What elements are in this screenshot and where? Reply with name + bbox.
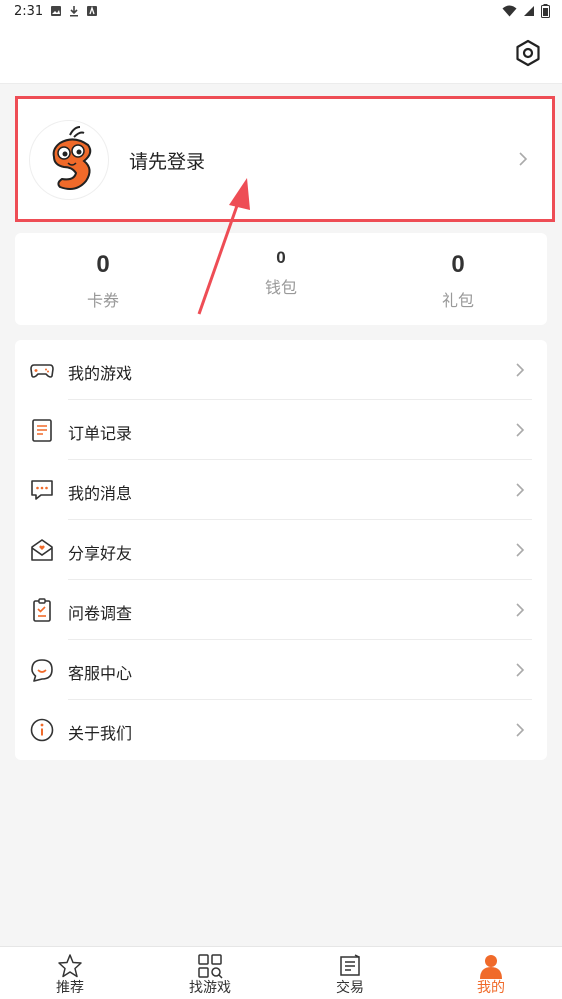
customer-service-icon bbox=[31, 659, 53, 682]
nav-tab-recommend[interactable]: 推荐 bbox=[20, 947, 120, 999]
battery-icon bbox=[541, 4, 550, 18]
wifi-icon bbox=[502, 5, 517, 17]
menu-list: 我的游戏 订单记录 我的消息 分享好友 问卷调查 客服中心 关于我们 bbox=[15, 340, 547, 760]
chevron-right-icon bbox=[516, 423, 525, 437]
chevron-right-icon bbox=[516, 603, 525, 617]
stat-value: 0 bbox=[451, 251, 465, 278]
gamepad-icon bbox=[30, 364, 54, 378]
stat-label: 卡券 bbox=[86, 291, 119, 310]
menu-item-share-friends[interactable]: 分享好友 bbox=[15, 520, 547, 580]
menu-item-survey[interactable]: 问卷调查 bbox=[15, 580, 547, 640]
stat-value: 0 bbox=[96, 251, 110, 278]
person-icon bbox=[480, 955, 502, 979]
avatar[interactable] bbox=[29, 120, 109, 200]
menu-item-my-messages[interactable]: 我的消息 bbox=[15, 460, 547, 520]
grid-search-icon bbox=[198, 954, 223, 979]
order-list-icon bbox=[32, 419, 52, 442]
status-time: 2:31 bbox=[14, 4, 44, 19]
menu-label: 我的消息 bbox=[68, 484, 133, 503]
status-system-icons bbox=[502, 4, 550, 18]
nav-tab-trade[interactable]: 交易 bbox=[300, 947, 400, 999]
menu-label: 我的游戏 bbox=[68, 364, 133, 383]
nav-tab-find-games[interactable]: 找游戏 bbox=[160, 947, 260, 999]
stat-value: 0 bbox=[276, 248, 286, 267]
login-prompt[interactable]: 请先登录 bbox=[129, 147, 205, 174]
nav-label: 交易 bbox=[336, 980, 364, 996]
trade-icon bbox=[340, 954, 360, 976]
menu-label: 问卷调查 bbox=[68, 604, 133, 623]
chevron-right-icon bbox=[516, 483, 525, 497]
share-envelope-icon bbox=[31, 539, 53, 561]
chevron-right-icon bbox=[516, 723, 525, 737]
star-icon bbox=[58, 954, 82, 978]
status-notification-icons bbox=[50, 5, 98, 17]
stat-wallet[interactable]: 0 钱包 bbox=[221, 248, 341, 298]
image-notification-icon bbox=[51, 6, 61, 16]
stat-gift-packs[interactable]: 0 礼包 bbox=[398, 251, 518, 311]
stat-coupons[interactable]: 0 卡券 bbox=[43, 251, 163, 311]
nav-label: 推荐 bbox=[56, 980, 84, 996]
chevron-right-icon bbox=[516, 363, 525, 377]
info-icon bbox=[30, 718, 54, 742]
menu-item-about-us[interactable]: 关于我们 bbox=[15, 700, 547, 760]
shrimp-mascot-avatar bbox=[52, 126, 92, 190]
menu-label: 关于我们 bbox=[68, 724, 133, 743]
login-card[interactable]: 请先登录 bbox=[15, 96, 555, 222]
stat-label: 钱包 bbox=[264, 278, 297, 297]
app-notification-icon bbox=[87, 5, 97, 16]
chevron-right-icon bbox=[516, 663, 525, 677]
download-notification-icon bbox=[70, 6, 78, 17]
nav-label: 我的 bbox=[477, 980, 505, 996]
menu-item-customer-service[interactable]: 客服中心 bbox=[15, 640, 547, 700]
chevron-right-icon bbox=[519, 152, 528, 166]
signal-icon bbox=[524, 6, 534, 16]
settings-button[interactable] bbox=[514, 38, 542, 68]
nav-tab-mine[interactable]: 我的 bbox=[441, 947, 541, 999]
message-icon bbox=[31, 480, 53, 500]
menu-label: 订单记录 bbox=[68, 424, 133, 443]
top-header: 2:31 bbox=[0, 0, 562, 84]
menu-item-order-records[interactable]: 订单记录 bbox=[15, 400, 547, 460]
chevron-right-icon bbox=[516, 543, 525, 557]
nav-label: 找游戏 bbox=[189, 980, 231, 996]
survey-clipboard-icon bbox=[33, 598, 51, 622]
stats-card: 0 卡券 0 钱包 0 礼包 bbox=[15, 233, 547, 325]
stat-label: 礼包 bbox=[441, 291, 474, 310]
status-bar: 2:31 bbox=[0, 0, 562, 24]
menu-label: 分享好友 bbox=[68, 544, 133, 563]
menu-label: 客服中心 bbox=[68, 664, 133, 683]
gear-hex-icon bbox=[516, 39, 540, 67]
menu-item-my-games[interactable]: 我的游戏 bbox=[15, 340, 547, 400]
bottom-navigation: 推荐 找游戏 交易 我的 bbox=[0, 946, 562, 999]
